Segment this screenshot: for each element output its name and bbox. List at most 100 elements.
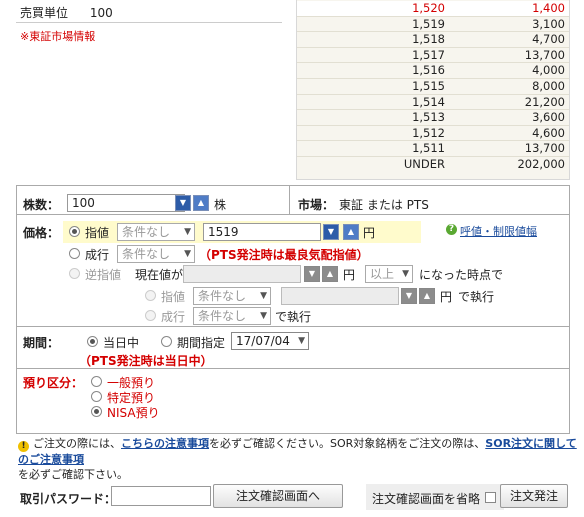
price-down-button[interactable]: ▼ bbox=[323, 224, 339, 240]
shares-up-button[interactable]: ▲ bbox=[193, 195, 209, 211]
stop-limit-radio[interactable] bbox=[145, 290, 156, 301]
stop-limit-execute-suffix: で執行 bbox=[458, 290, 495, 304]
today-label: 当日中 bbox=[103, 336, 140, 350]
price-input[interactable]: 1519 bbox=[203, 223, 321, 241]
password-input[interactable] bbox=[111, 486, 211, 506]
divider bbox=[17, 214, 569, 215]
board-row: 1,520 1,400 bbox=[297, 1, 569, 16]
date-specified-radio[interactable] bbox=[161, 336, 172, 347]
price-label: 価格： bbox=[23, 226, 60, 240]
account-nisa-radio[interactable] bbox=[91, 406, 102, 417]
stop-limit-down-button[interactable]: ▼ bbox=[401, 288, 417, 304]
board-row: 1,511 13,700 bbox=[297, 141, 569, 156]
submit-order-button[interactable]: 注文発注 bbox=[500, 484, 568, 508]
skip-confirm-box: 注文確認画面を省略 bbox=[366, 484, 504, 510]
trading-unit-label: 売買単位 bbox=[20, 6, 69, 20]
limit-order-radio[interactable] bbox=[69, 226, 80, 237]
shares-down-button[interactable]: ▼ bbox=[175, 195, 191, 211]
date-select[interactable]: 17/07/04 ▼ bbox=[231, 332, 309, 350]
tse-market-info-note: ※東証市場情報 bbox=[20, 30, 96, 43]
market-order-radio[interactable] bbox=[69, 248, 80, 259]
board-price: 1,511 bbox=[412, 141, 445, 156]
notice-text-1: ご注文の際には、 bbox=[33, 437, 121, 450]
skip-confirm-label: 注文確認画面を省略 bbox=[372, 492, 481, 506]
market-label: 市場： bbox=[298, 198, 335, 212]
stop-market-condition-select[interactable]: 条件なし ▼ bbox=[193, 307, 271, 325]
board-row: 1,513 3,600 bbox=[297, 110, 569, 125]
divider bbox=[17, 326, 569, 327]
stop-limit-condition-value: 条件なし bbox=[198, 289, 247, 303]
stop-market-radio[interactable] bbox=[145, 310, 156, 321]
board-row: 1,514 21,200 bbox=[297, 95, 569, 110]
board-quantity: 4,600 bbox=[532, 125, 565, 140]
board-row: 1,518 4,700 bbox=[297, 32, 569, 47]
precautions-link[interactable]: こちらの注意事項 bbox=[121, 437, 209, 450]
board-quantity: 13,700 bbox=[524, 47, 565, 62]
board-row: 1,512 4,600 bbox=[297, 126, 569, 141]
stop-order-radio[interactable] bbox=[69, 268, 80, 279]
stop-limit-condition-select[interactable]: 条件なし ▼ bbox=[193, 287, 271, 305]
board-quantity: 21,200 bbox=[524, 94, 565, 109]
market-condition-value: 条件なし bbox=[122, 247, 171, 261]
warning-icon: ! bbox=[18, 441, 29, 452]
divider bbox=[16, 22, 282, 23]
limit-help-link[interactable]: 呼値・制限値幅 bbox=[460, 223, 537, 239]
date-specified-label: 期間指定 bbox=[177, 336, 226, 350]
current-price-label: 現在値が bbox=[135, 268, 184, 282]
stop-market-condition-value: 条件なし bbox=[198, 309, 247, 323]
shares-label: 株数： bbox=[23, 198, 60, 212]
skip-confirm-checkbox[interactable] bbox=[485, 492, 496, 503]
trigger-up-button[interactable]: ▲ bbox=[322, 266, 338, 282]
account-specific-radio[interactable] bbox=[91, 391, 102, 402]
trading-unit-value: 100 bbox=[89, 6, 113, 20]
divider bbox=[17, 368, 569, 369]
order-form: 株数： 100 ▼ ▲ 株 市場： 東証 または PTS 価格： 指値 条件なし… bbox=[16, 185, 570, 434]
stop-limit-price-input[interactable] bbox=[281, 287, 399, 305]
shares-input[interactable]: 100 bbox=[67, 194, 185, 212]
stop-market-label: 成行 bbox=[161, 310, 186, 324]
trigger-price-input[interactable] bbox=[183, 265, 301, 283]
stop-limit-up-button[interactable]: ▲ bbox=[419, 288, 435, 304]
board-quantity: 3,100 bbox=[532, 16, 565, 31]
board-price: 1,513 bbox=[412, 110, 445, 125]
divider bbox=[289, 186, 290, 214]
board-quantity: 4,000 bbox=[532, 63, 565, 78]
board-row: 1,516 4,000 bbox=[297, 63, 569, 78]
period-label: 期間： bbox=[23, 336, 60, 350]
market-value: 東証 または PTS bbox=[339, 198, 429, 212]
board-price: 1,517 bbox=[412, 47, 445, 62]
chevron-down-icon: ▼ bbox=[184, 249, 191, 259]
confirm-screen-button[interactable]: 注文確認画面へ bbox=[213, 484, 343, 508]
board-price: 1,514 bbox=[412, 94, 445, 109]
market-order-label: 成行 bbox=[85, 248, 110, 262]
limit-condition-select[interactable]: 条件なし ▼ bbox=[117, 223, 195, 241]
today-radio[interactable] bbox=[87, 336, 98, 347]
stop-limit-label: 指値 bbox=[161, 290, 186, 304]
board-price: 1,520 bbox=[412, 1, 445, 15]
trigger-yen: 円 bbox=[343, 268, 356, 282]
account-general-radio[interactable] bbox=[91, 376, 102, 387]
chevron-down-icon: ▼ bbox=[184, 227, 191, 237]
board-price: 1,519 bbox=[412, 16, 445, 31]
price-up-button[interactable]: ▲ bbox=[343, 224, 359, 240]
order-notice: ! ご注文の際には、こちらの注意事項を必ずご確認ください。SOR対象銘柄をご注文の… bbox=[18, 436, 578, 482]
chevron-down-icon: ▼ bbox=[402, 269, 409, 279]
trigger-down-button[interactable]: ▼ bbox=[304, 266, 320, 282]
board-price: 1,516 bbox=[412, 63, 445, 78]
help-icon: ? bbox=[446, 224, 457, 235]
order-board: 1,520 1,400 1,519 3,100 1,518 4,700 1,517 13,70… bbox=[296, 0, 570, 180]
market-condition-select[interactable]: 条件なし ▼ bbox=[117, 245, 195, 263]
board-row: UNDER 202,000 bbox=[297, 157, 569, 172]
board-quantity: 8,000 bbox=[532, 79, 565, 93]
pts-period-note: （PTS発注時は当日中） bbox=[79, 354, 213, 368]
board-row: 1,517 13,700 bbox=[297, 48, 569, 63]
shares-unit: 株 bbox=[214, 198, 227, 212]
board-price: 1,512 bbox=[412, 125, 445, 140]
board-price: 1,518 bbox=[412, 32, 445, 47]
password-label: 取引パスワード： bbox=[20, 492, 117, 506]
chevron-down-icon: ▼ bbox=[260, 291, 267, 301]
trading-unit: 売買単位 100 bbox=[20, 4, 113, 21]
limit-condition-value: 条件なし bbox=[122, 225, 171, 239]
trigger-direction-select[interactable]: 以上 ▼ bbox=[365, 265, 413, 283]
pts-limit-note: （PTS発注時は最良気配指値） bbox=[199, 248, 369, 262]
